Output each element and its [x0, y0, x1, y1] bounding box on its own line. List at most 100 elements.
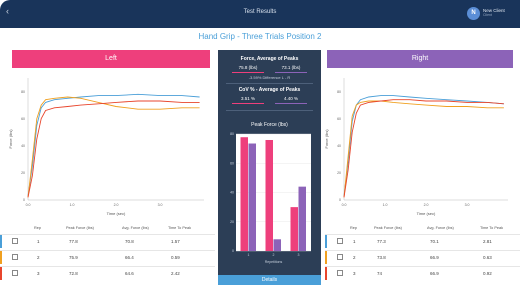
- peak-force-value: 75.9: [69, 255, 78, 260]
- avg-force-value: 70.1: [430, 239, 439, 244]
- x-axis-label: Time (sec): [417, 211, 436, 216]
- column-header[interactable]: Peak Force (lbs): [374, 226, 402, 230]
- cov-left-underline: [232, 103, 264, 104]
- bar-rep-3-right: [298, 186, 306, 251]
- rep-checkbox[interactable]: [12, 270, 18, 276]
- right-panel-header: Right: [327, 50, 513, 68]
- divider: [226, 83, 313, 84]
- column-header[interactable]: Time To Peak: [168, 226, 191, 230]
- table-row[interactable]: 3 72.8 64.6 2.42: [0, 266, 215, 280]
- force-right-value: 73.1 (lbs): [281, 65, 301, 70]
- column-header[interactable]: Avg. Force (lbs): [427, 226, 454, 230]
- y-tick-label: 80: [337, 90, 341, 94]
- bar-rep-3-left: [290, 207, 298, 251]
- rep-checkbox[interactable]: [337, 238, 343, 244]
- left-results-table: Rep Peak Force (lbs) Avg. Force (lbs) Time …: [0, 222, 215, 285]
- y-tick-label: 80: [230, 132, 234, 136]
- x-tick-label: 2: [273, 253, 275, 257]
- x-tick-label: 1.0: [383, 203, 388, 207]
- table-row[interactable]: 2 73.8 66.9 0.63: [325, 250, 520, 264]
- time-to-peak-value: 1.57: [171, 239, 180, 244]
- y-tick-label: 0: [23, 198, 25, 202]
- force-left-underline: [232, 72, 264, 73]
- table-row[interactable]: 1 77.3 70.1 2.81: [325, 234, 520, 248]
- rep-number: 2: [353, 255, 356, 260]
- x-axis-label: Repetitions: [265, 260, 283, 264]
- x-tick-label: 2.0: [114, 203, 119, 207]
- cov-right-value: 4.40 %: [283, 96, 298, 101]
- table-header: Rep Peak Force (lbs) Avg. Force (lbs) Time …: [325, 222, 520, 234]
- peak-force-chart: Peak Force (lbs) 0 20 40 60 80 1 2 3 Repetitions: [222, 120, 317, 265]
- rep-color-indicator: [0, 235, 2, 248]
- table-row[interactable]: 3 74 66.9 0.92: [325, 266, 520, 280]
- rep-color-indicator: [325, 235, 327, 248]
- rep-checkbox[interactable]: [12, 238, 18, 244]
- x-tick-label: 3.0: [465, 203, 470, 207]
- rep-color-indicator: [0, 251, 2, 264]
- time-to-peak-value: 2.81: [483, 239, 492, 244]
- right-force-chart: 0 20 40 60 80 0.0 1.0 2.0 3.0 Time (sec) Force (lb…: [322, 72, 516, 222]
- app-window: ‹ Test Results N New Client Client Hand …: [0, 0, 520, 285]
- summary-panel: Force, Average of Peaks 75.8 (lbs) 73.1 …: [218, 50, 321, 285]
- y-tick-label: 20: [230, 220, 234, 224]
- rep-number: 3: [353, 271, 356, 276]
- y-tick-label: 60: [230, 161, 234, 165]
- rep-color-indicator: [325, 267, 327, 280]
- column-header[interactable]: Time To Peak: [480, 226, 503, 230]
- y-axis-label: Force (lbs): [8, 129, 13, 149]
- rep-number: 2: [37, 255, 40, 260]
- divider: [226, 110, 313, 111]
- column-header[interactable]: Peak Force (lbs): [66, 226, 94, 230]
- time-to-peak-value: 0.63: [483, 255, 492, 260]
- column-header[interactable]: Rep: [34, 226, 41, 230]
- details-button[interactable]: Details: [218, 275, 321, 285]
- left-panel-header: Left: [12, 50, 210, 68]
- x-tick-label: 3: [298, 253, 300, 257]
- peak-force-value: 77.3: [377, 239, 386, 244]
- x-tick-label: 1: [248, 253, 250, 257]
- avatar[interactable]: N: [467, 7, 480, 20]
- bar-rep-2-left: [265, 139, 273, 251]
- bar-chart-svg: Peak Force (lbs) 0 20 40 60 80 1 2 3 Repetitions: [230, 122, 311, 264]
- force-right-underline: [275, 72, 307, 73]
- line-chart-svg: 0 20 40 60 80 0.0 1.0 2.0 3.0 Time (sec) Force (lb…: [324, 78, 508, 216]
- time-to-peak-value: 2.42: [171, 271, 180, 276]
- column-header[interactable]: Avg. Force (lbs): [122, 226, 149, 230]
- x-tick-label: 3.0: [158, 203, 163, 207]
- page-title: Hand Grip - Three Trials Position 2: [198, 32, 322, 41]
- avg-force-value: 66.9: [430, 271, 439, 276]
- force-difference: -3.59% Difference L - R: [248, 75, 291, 80]
- rep-checkbox[interactable]: [337, 254, 343, 260]
- right-results-table: Rep Peak Force (lbs) Avg. Force (lbs) Time …: [325, 222, 520, 285]
- rep-number: 1: [37, 239, 40, 244]
- rep-color-indicator: [0, 267, 2, 280]
- time-to-peak-value: 0.59: [171, 255, 180, 260]
- avg-force-value: 66.4: [125, 255, 134, 260]
- x-tick-label: 2.0: [424, 203, 429, 207]
- series-line-rep-3: [27, 100, 200, 198]
- peak-force-value: 74: [377, 271, 383, 276]
- table-row[interactable]: 2 75.9 66.4 0.59: [0, 250, 215, 264]
- window-title: Test Results: [243, 9, 277, 15]
- column-header[interactable]: Rep: [350, 226, 357, 230]
- table-header: Rep Peak Force (lbs) Avg. Force (lbs) Time …: [0, 222, 215, 234]
- y-tick-label: 40: [337, 144, 341, 148]
- title-bar: ‹ Test Results N New Client Client: [0, 0, 520, 28]
- table-row[interactable]: 1 77.8 70.8 1.57: [0, 234, 215, 248]
- user-role: Client: [483, 13, 492, 17]
- rep-number: 3: [37, 271, 40, 276]
- x-axis-label: Time (sec): [107, 211, 126, 216]
- rep-checkbox[interactable]: [337, 270, 343, 276]
- y-tick-label: 60: [21, 117, 25, 121]
- bar-chart-title: Peak Force (lbs): [251, 122, 288, 128]
- x-tick-label: 0.0: [342, 203, 347, 207]
- y-tick-label: 40: [230, 191, 234, 195]
- y-tick-label: 0: [232, 249, 234, 253]
- bar-rep-1-right: [248, 143, 256, 251]
- user-info[interactable]: New Client Client: [483, 8, 505, 18]
- rep-color-indicator: [325, 251, 327, 264]
- series-line-rep-2: [343, 100, 504, 198]
- y-tick-label: 0: [339, 198, 341, 202]
- y-tick-label: 20: [21, 171, 25, 175]
- rep-checkbox[interactable]: [12, 254, 18, 260]
